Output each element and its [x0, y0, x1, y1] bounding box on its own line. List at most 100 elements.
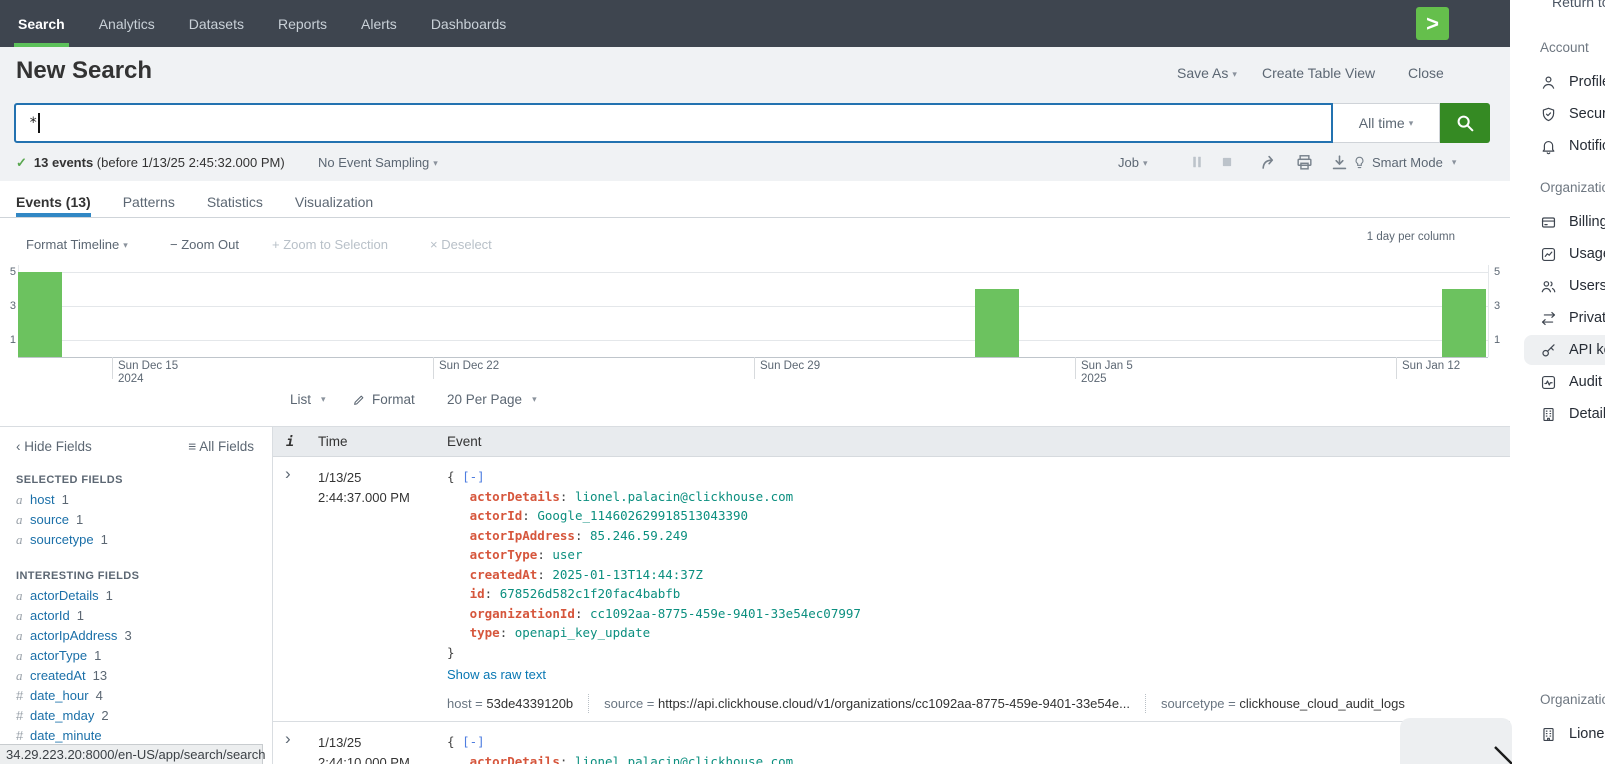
field-link-actorid[interactable]: actorId [30, 608, 70, 623]
building-icon [1540, 406, 1557, 423]
sidebar-item-api-keys[interactable]: API keys [1540, 338, 1605, 362]
nav-item-search[interactable]: Search [18, 0, 65, 47]
json-collapse-link[interactable]: [-] [462, 469, 485, 484]
sidebar-item-usage[interactable]: Usage [1540, 242, 1605, 266]
field-link-date-mday[interactable]: date_mday [30, 708, 94, 723]
sidebar-item-private-endpoints[interactable]: Private endpoints [1540, 306, 1605, 330]
event-sampling-dropdown[interactable]: No Event Sampling▾ [318, 155, 438, 170]
bell-icon [1540, 138, 1557, 155]
field-row-source: asource1 [16, 513, 272, 526]
events-timeline-chart: 553311Sun Dec 152024Sun Dec 22Sun Dec 29… [0, 255, 1510, 385]
sidebar-item-users[interactable]: Users [1540, 274, 1605, 298]
sidebar-item-notifications[interactable]: Notifications [1540, 134, 1605, 158]
json-value[interactable]: user [552, 547, 582, 562]
building-icon [1540, 726, 1557, 743]
json-value[interactable]: Google_114602629918513043390 [537, 508, 748, 523]
all-fields-button[interactable]: ≡ All Fields [188, 439, 254, 454]
list-view-dropdown[interactable]: List▾ [290, 392, 326, 407]
meta-value[interactable]: clickhouse_cloud_audit_logs [1239, 696, 1405, 711]
search-mode-dropdown[interactable]: Smart Mode▾ [1352, 155, 1456, 170]
zoom-out-button[interactable]: − Zoom Out [170, 237, 239, 252]
field-link-date-hour[interactable]: date_hour [30, 688, 89, 703]
json-field-line: createdAt: 2025-01-13T14:44:37Z [447, 565, 1510, 585]
search-button[interactable] [1440, 103, 1490, 143]
meta-value[interactable]: 53de4339120b [486, 696, 573, 711]
meta-source: source = https://api.clickhouse.cloud/v1… [588, 694, 1130, 714]
nav-item-analytics[interactable]: Analytics [99, 0, 155, 47]
timeline-bar[interactable] [1442, 289, 1486, 357]
hide-fields-button[interactable]: ‹ Hide Fields [16, 439, 92, 454]
sidebar-item-audit[interactable]: Audit [1540, 370, 1602, 394]
y-axis-label: 1 [1494, 334, 1508, 346]
json-value[interactable]: lionel.palacin@clickhouse.com [575, 754, 793, 764]
result-tabs: Events (13) Patterns Statistics Visualizati… [16, 186, 373, 217]
tab-events-13[interactable]: Events (13) [16, 186, 91, 217]
card-icon [1540, 214, 1557, 231]
event-row: ›1/13/252:44:37.000 PM{ [-] actorDetails… [273, 457, 1510, 722]
splunk-logo[interactable]: > [1416, 7, 1449, 40]
sidebar-item-profile[interactable]: Profile [1540, 70, 1605, 94]
field-type-prefix: # [16, 689, 30, 702]
json-value[interactable]: 678526d582c1f20fac4babfb [500, 586, 681, 601]
sidebar-item-security[interactable]: Security [1540, 102, 1605, 126]
event-expand-toggle[interactable]: › [285, 730, 291, 748]
timeline-bar[interactable] [975, 289, 1019, 357]
tab-visualization[interactable]: Visualization [295, 186, 373, 217]
event-row: ›1/13/252:44:10.000 PM{ [-] actorDetails… [273, 722, 1510, 764]
field-link-sourcetype[interactable]: sourcetype [30, 532, 94, 547]
field-type-prefix: a [16, 589, 30, 602]
per-page-dropdown[interactable]: 20 Per Page▾ [447, 392, 537, 407]
job-dropdown[interactable]: Job▾ [1118, 155, 1148, 170]
chevron-down-icon: ▾ [1409, 118, 1414, 129]
sidebar-item-lionel[interactable]: Lionel [1540, 722, 1605, 746]
page-title: New Search [16, 57, 152, 85]
create-table-view-button[interactable]: Create Table View [1262, 65, 1375, 81]
sidebar-item-details[interactable]: Details [1540, 402, 1605, 426]
save-as-button[interactable]: Save As▾ [1177, 65, 1237, 81]
json-value[interactable]: 85.246.59.249 [590, 528, 688, 543]
search-input[interactable]: * [14, 103, 1333, 143]
json-value[interactable]: cc1092aa-8775-459e-9401-33e54ec07997 [590, 606, 861, 621]
print-icon[interactable] [1295, 153, 1315, 173]
interesting-fields-list: aactorDetails1aactorId1aactorIpAddress3a… [16, 589, 272, 742]
job-bar: ✓13 events (before 1/13/25 2:45:32.000 P… [0, 150, 1510, 178]
time-range-picker[interactable]: All time▾ [1333, 103, 1440, 143]
json-value[interactable]: 2025-01-13T14:44:37Z [552, 567, 703, 582]
events-rows: ›1/13/252:44:37.000 PM{ [-] actorDetails… [273, 457, 1510, 764]
share-icon[interactable] [1260, 153, 1280, 173]
format-dropdown[interactable]: Format [352, 392, 415, 407]
gridline [18, 340, 1488, 341]
json-value[interactable]: openapi_key_update [515, 625, 650, 640]
field-link-date-minute[interactable]: date_minute [30, 728, 102, 743]
close-button[interactable]: Close [1408, 65, 1444, 81]
y-axis-label: 5 [1494, 266, 1508, 278]
return-to-link[interactable]: Return to [1552, 0, 1605, 10]
json-value[interactable]: lionel.palacin@clickhouse.com [575, 489, 793, 504]
tab-patterns[interactable]: Patterns [123, 186, 175, 217]
x-axis-tick [1075, 357, 1076, 379]
format-timeline-dropdown[interactable]: Format Timeline▾ [26, 237, 128, 252]
sidebar-item-label: Notifications [1569, 138, 1605, 154]
field-link-actortype[interactable]: actorType [30, 648, 87, 663]
field-link-host[interactable]: host [30, 492, 55, 507]
nav-item-alerts[interactable]: Alerts [361, 0, 397, 47]
sidebar-item-label: Billing [1569, 214, 1605, 230]
field-link-source[interactable]: source [30, 512, 69, 527]
meta-value[interactable]: https://api.clickhouse.cloud/v1/organiza… [658, 696, 1130, 711]
field-link-createdat[interactable]: createdAt [30, 668, 86, 683]
show-raw-text-link[interactable]: Show as raw text [447, 665, 1510, 685]
meta-sourcetype: sourcetype = clickhouse_cloud_audit_logs [1145, 694, 1405, 714]
nav-item-reports[interactable]: Reports [278, 0, 327, 47]
field-link-actoripaddress[interactable]: actorIpAddress [30, 628, 117, 643]
tab-statistics[interactable]: Statistics [207, 186, 263, 217]
field-link-actordetails[interactable]: actorDetails [30, 588, 99, 603]
json-collapse-link[interactable]: [-] [462, 734, 485, 749]
chevron-down-icon: ▾ [1143, 158, 1148, 168]
nav-item-datasets[interactable]: Datasets [189, 0, 244, 47]
export-icon[interactable] [1330, 153, 1350, 173]
nav-item-dashboards[interactable]: Dashboards [431, 0, 507, 47]
event-expand-toggle[interactable]: › [285, 465, 291, 483]
event-date: 1/13/25 [318, 468, 443, 488]
sidebar-item-billing[interactable]: Billing [1540, 210, 1605, 234]
timeline-bar[interactable] [18, 272, 62, 357]
